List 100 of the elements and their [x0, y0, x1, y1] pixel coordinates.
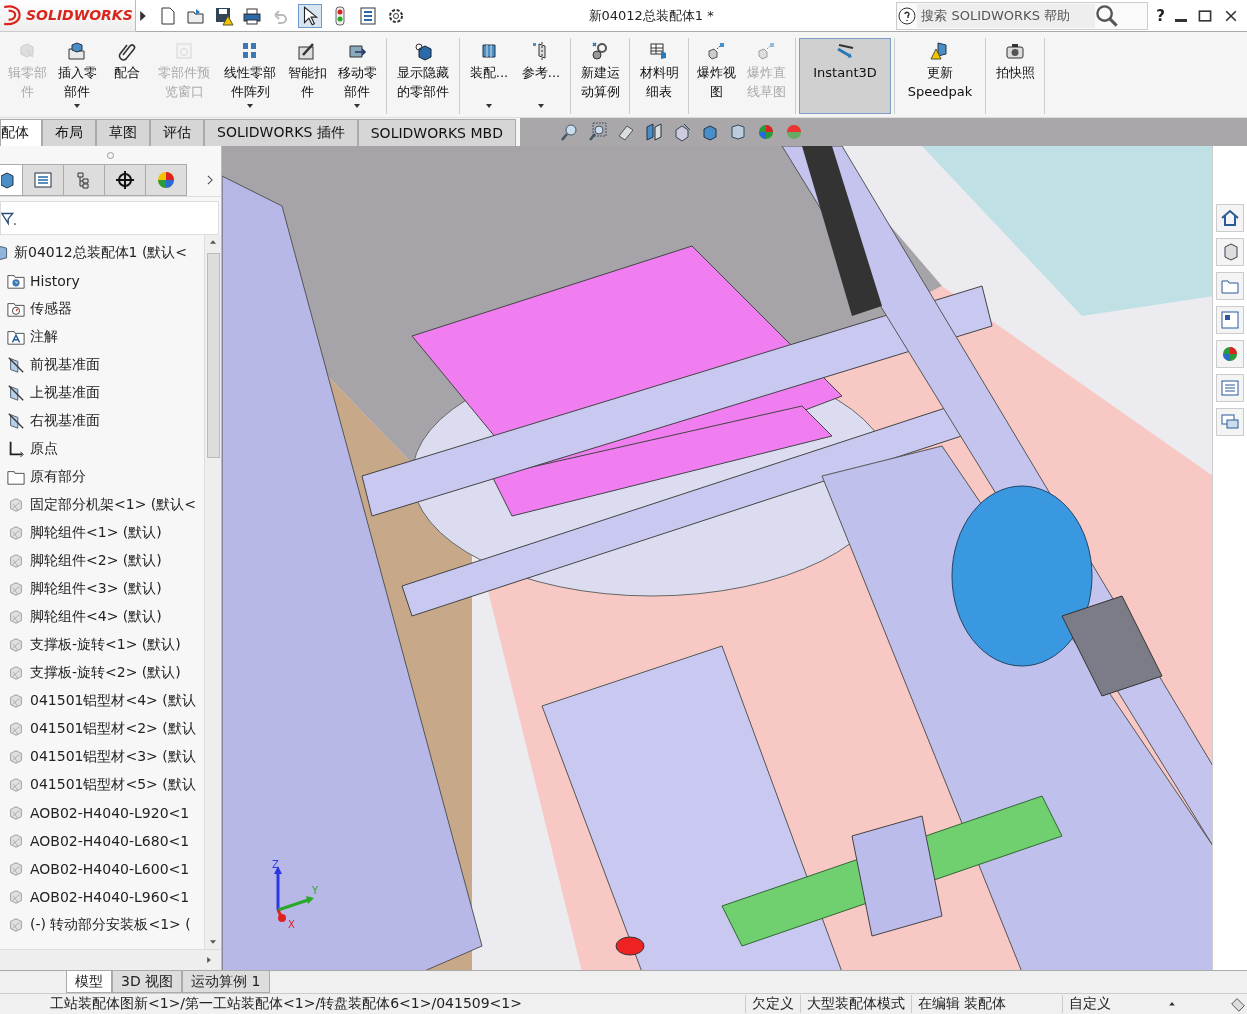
- save-warning-icon: [214, 5, 234, 26]
- toolbar-button[interactable]: 参考...: [515, 38, 567, 114]
- y-axis-label: Y: [312, 885, 319, 896]
- tree-item[interactable]: 右视基准面: [30, 412, 100, 430]
- part-icon: [7, 552, 25, 570]
- model-tab[interactable]: 模型: [66, 971, 112, 993]
- tree-item[interactable]: 注解: [30, 328, 58, 346]
- part-icon: [7, 860, 25, 878]
- minimize-icon[interactable]: [1175, 19, 1187, 22]
- filter-field[interactable]: [0, 201, 219, 235]
- print-icon: [242, 5, 262, 26]
- plane-icon: [7, 384, 25, 402]
- exploded-parts-icon: [706, 41, 726, 61]
- tree-item[interactable]: 脚轮组件<4> (默认): [30, 608, 162, 626]
- toolbar-button[interactable]: 插入零部件: [51, 38, 103, 114]
- tree-item[interactable]: AOB02-H4040-L600<1: [30, 861, 190, 877]
- toolbar-button[interactable]: 显示隐藏的零部件: [390, 38, 456, 114]
- part-icon: [7, 608, 25, 626]
- list-icon: [358, 5, 378, 26]
- table-cube-icon: [649, 41, 669, 61]
- ribbon-tab[interactable]: SOLIDWORKS 插件: [204, 119, 358, 146]
- origin-axes-icon: [7, 440, 25, 458]
- toolbar-button[interactable]: 材料明细表: [633, 38, 685, 114]
- toolbar-button[interactable]: 爆炸视图: [692, 38, 740, 114]
- ribbon-tab[interactable]: 布局: [42, 119, 96, 146]
- tree-item[interactable]: 原有部分: [30, 468, 86, 486]
- part-icon: [7, 916, 25, 934]
- chat-icon: [1220, 412, 1240, 432]
- maximize-icon: [1197, 7, 1213, 24]
- part-icon: [7, 580, 25, 598]
- tree-item[interactable]: 脚轮组件<1> (默认): [30, 524, 162, 542]
- property-list-icon: [33, 170, 53, 190]
- toolbar-button[interactable]: 更新Speedpak: [898, 38, 982, 114]
- tree-item[interactable]: 脚轮组件<3> (默认): [30, 580, 162, 598]
- help-menu[interactable]: ?: [1156, 6, 1165, 25]
- toolbar-button[interactable]: 装配...: [463, 38, 515, 114]
- ribbon-tab[interactable]: SOLIDWORKS MBD: [357, 119, 516, 146]
- ribbon-tab[interactable]: 草图: [96, 119, 150, 146]
- status-text: 大型装配体模式: [799, 995, 911, 1013]
- toolbar-button[interactable]: 智能扣件: [283, 38, 331, 114]
- tree-item[interactable]: 新04012总装配体1 (默认<: [14, 244, 188, 262]
- color-wheel-icon: [156, 170, 176, 190]
- part-icon: [7, 496, 25, 514]
- status-path: 工站装配体图新<1>/第一工站装配体<1>/转盘装配体6<1>/041509<1>: [49, 995, 523, 1013]
- part-icon: [7, 524, 25, 542]
- tree-item[interactable]: 支撑板-旋转<2> (默认): [30, 664, 181, 682]
- part-icon: [7, 720, 25, 738]
- part-icon: [7, 804, 25, 822]
- tree-item[interactable]: 前视基准面: [30, 356, 100, 374]
- tree-item[interactable]: 脚轮组件<2> (默认): [30, 552, 162, 570]
- tree-item[interactable]: 支撑板-旋转<1> (默认): [30, 636, 181, 654]
- tree-item[interactable]: AOB02-H4040-L680<1: [30, 833, 190, 849]
- tree-item[interactable]: AOB02-H4040-L960<1: [30, 889, 190, 905]
- tree-item[interactable]: 原点: [30, 440, 58, 458]
- tree-item[interactable]: 041501铝型材<4> (默认: [30, 692, 196, 710]
- window-title: 新04012总装配体1 *: [587, 6, 715, 25]
- app-logo: SOLIDWORKS: [26, 7, 133, 23]
- gauge-folder-icon: [7, 300, 25, 318]
- status-text: 欠定义: [744, 995, 800, 1013]
- tree-item[interactable]: 041501铝型材<3> (默认: [30, 748, 196, 766]
- model-tab[interactable]: 3D 视图: [112, 971, 183, 993]
- part-icon: [7, 636, 25, 654]
- home-icon: [1220, 208, 1240, 228]
- folder-icon: [7, 468, 25, 486]
- part-icon: [7, 664, 25, 682]
- tree-item[interactable]: 上视基准面: [30, 384, 100, 402]
- history-folder-icon: [7, 272, 25, 290]
- tree-item[interactable]: AOB02-H4040-L920<1: [30, 805, 190, 821]
- toolbar-button[interactable]: 配合: [103, 38, 151, 114]
- ribbon-tab[interactable]: 配体: [0, 119, 42, 146]
- new-document-icon: [158, 5, 178, 26]
- model-tab[interactable]: 运动算例 1: [182, 971, 270, 993]
- toolbar-button[interactable]: 线性零部件阵列: [217, 38, 283, 114]
- paperclip-icon: [117, 41, 137, 61]
- part-icon: [7, 832, 25, 850]
- tree-item[interactable]: 041501铝型材<2> (默认: [30, 720, 196, 738]
- annotation-folder-icon: [7, 328, 25, 346]
- tree-item[interactable]: 固定部分机架<1> (默认<: [30, 496, 196, 514]
- toolbar-button[interactable]: Instant3D: [799, 38, 891, 114]
- gears-icon: [590, 41, 610, 61]
- units-selector[interactable]: 自定义: [1062, 995, 1165, 1013]
- section-view-icon: [643, 122, 664, 142]
- part-icon: [7, 776, 25, 794]
- ds-logo-icon: [2, 4, 24, 26]
- toolbar-button[interactable]: 移动零部件: [331, 38, 383, 114]
- scrollbar-thumb[interactable]: [206, 253, 220, 458]
- crosshair-icon: [115, 170, 135, 190]
- exploded-parts-icon: [756, 41, 776, 61]
- toolbar-button[interactable]: 拍快照: [989, 38, 1041, 114]
- status-text: 在编辑 装配体: [910, 995, 1012, 1013]
- zoom-area-icon: [587, 122, 608, 142]
- tree-item[interactable]: 传感器: [30, 300, 72, 318]
- part-icon: [7, 748, 25, 766]
- toolbar-button[interactable]: 新建运动算例: [574, 38, 626, 114]
- tree-item[interactable]: 041501铝型材<5> (默认: [30, 776, 196, 794]
- ribbon-tab[interactable]: 评估: [150, 119, 204, 146]
- part-icon: [7, 888, 25, 906]
- tree-item[interactable]: History: [30, 273, 80, 289]
- window-icon: [174, 41, 194, 61]
- tree-item[interactable]: (-) 转动部分安装板<1> (: [30, 916, 191, 934]
